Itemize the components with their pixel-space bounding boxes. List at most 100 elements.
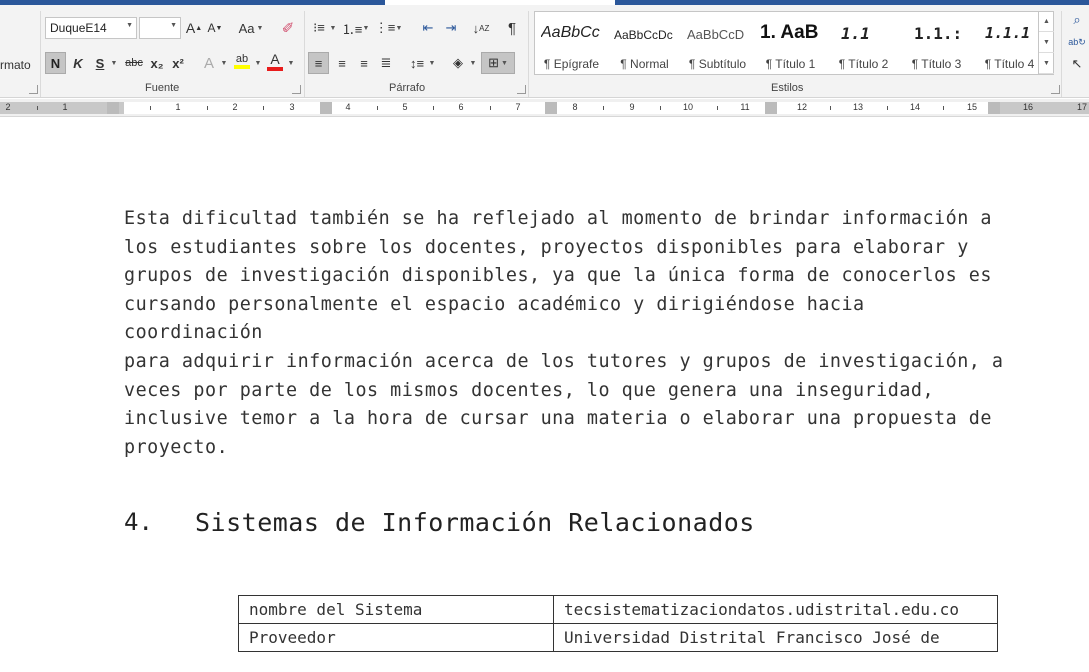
select-cursor-icon[interactable]: ↖ [1068,53,1086,75]
ruler-number: 2 [232,102,238,112]
heading-title[interactable]: Sistemas de Información Relacionados [195,508,755,537]
bold-button[interactable]: N [45,52,66,74]
format-painter-label[interactable]: rmato [0,58,31,72]
align-left-icon[interactable]: ≡ [308,52,329,74]
font-color-button[interactable]: A [266,50,284,72]
ruler-number: 7 [515,102,521,112]
shrink-font-button[interactable]: A ▼ [207,17,223,39]
chevron-down-icon[interactable]: ▼ [109,52,119,74]
table-row: Proveedor Universidad Distrital Francisc… [238,623,998,652]
systems-table: nombre del Sistema tecsistematizaciondat… [238,595,998,652]
clipboard-launcher-icon[interactable] [29,85,38,94]
ruler-column-marker[interactable] [765,102,777,114]
group-separator [1061,11,1062,97]
style-epigrafe[interactable]: AaBbCc ¶ Epígrafe [535,12,608,74]
gallery-up-icon[interactable]: ▲ [1039,11,1054,32]
chevron-down-icon[interactable]: ▼ [219,52,229,74]
underline-button[interactable]: S [92,52,108,74]
chevron-down-icon[interactable]: ▼ [361,17,371,39]
ruler-tick [887,106,888,110]
italic-button[interactable]: K [70,52,86,74]
ruler-number: 16 [1022,102,1033,112]
ruler-number: 15 [966,102,977,112]
ruler-tick [150,106,151,110]
chevron-down-icon[interactable]: ▼ [126,22,133,29]
chevron-down-icon[interactable]: ▼ [253,52,263,74]
ruler-right-indent-marker[interactable] [988,102,1000,114]
paragraph-launcher-icon[interactable] [517,85,526,94]
numbering-icon[interactable]: ⒈≡ [342,17,363,39]
change-case-button[interactable]: Aa ▼ [236,17,266,39]
style-name: ¶ Título 4 [984,57,1035,71]
font-size-combo[interactable]: ▼ [139,17,181,39]
show-formatting-button[interactable]: ¶ [502,17,522,39]
body-paragraph[interactable]: Esta dificultad también se ha reflejado … [124,205,1004,462]
style-sample: 1.1.: [914,24,963,43]
replace-icon[interactable]: ab↻ [1068,31,1086,53]
bullets-icon[interactable]: ⁝≡ [310,17,328,39]
style-titulo-2[interactable]: 1.1 ¶ Título 2 [827,12,900,74]
ruler-number: 11 [740,102,750,112]
ruler-number: 4 [345,102,351,112]
table-cell-label[interactable]: nombre del Sistema [238,595,554,624]
borders-button[interactable]: ⊞ ▼ [481,52,515,74]
ruler-indent-marker[interactable] [107,102,119,114]
style-name: ¶ Título 2 [838,57,889,71]
style-titulo-1[interactable]: 1. AaB ¶ Título 1 [754,12,827,74]
styles-launcher-icon[interactable] [1051,85,1060,94]
strikethrough-button[interactable]: abc [122,52,146,74]
styles-gallery-scroll: ▲ ▼ ▼ [1038,11,1054,75]
ruler-tick [433,106,434,110]
align-center-icon[interactable]: ≡ [332,52,352,74]
chevron-down-icon[interactable]: ▼ [328,17,338,39]
table-cell-value[interactable]: tecsistematizaciondatos.udistrital.edu.c… [553,595,998,624]
sort-icon[interactable]: ↓ AZ [471,17,491,39]
decrease-indent-icon[interactable]: ⇤ [418,17,438,39]
ruler-tick [717,106,718,110]
style-titulo-3[interactable]: 1.1.: ¶ Título 3 [900,12,973,74]
align-right-icon[interactable]: ≡ [354,52,374,74]
style-subtitulo[interactable]: AaBbCcD ¶ Subtítulo [681,12,754,74]
chevron-down-icon[interactable]: ▼ [468,52,478,74]
subscript-button[interactable]: x₂ [148,52,166,74]
ruler-number: 13 [852,102,863,112]
ruler-column-marker[interactable] [545,102,557,114]
gallery-more-icon[interactable]: ▼ [1039,53,1054,74]
table-cell-value[interactable]: Universidad Distrital Francisco José de [553,623,998,652]
line-spacing-icon[interactable]: ↕≡ [407,52,427,74]
gallery-down-icon[interactable]: ▼ [1039,32,1054,53]
clear-formatting-icon[interactable]: ✐ [278,17,298,39]
style-titulo-4[interactable]: 1.1.1 ¶ Título 4 [973,12,1046,74]
highlight-color-button[interactable]: ab [233,50,251,72]
ruler-number: 14 [909,102,920,112]
ruler-tick [830,106,831,110]
ruler-number: 1 [175,102,181,112]
multilevel-list-icon[interactable]: ⋮≡ [375,17,396,39]
group-separator [304,11,305,97]
find-icon[interactable]: ⌕ [1068,9,1086,31]
increase-indent-icon[interactable]: ⇥ [441,17,461,39]
table-cell-label[interactable]: Proveedor [238,623,554,652]
borders-icon: ⊞ [488,55,500,70]
ruler-tick [603,106,604,110]
chevron-down-icon[interactable]: ▼ [427,52,437,74]
style-normal[interactable]: AaBbCcDc ¶ Normal [608,12,681,74]
superscript-button[interactable]: x² [169,52,187,74]
ribbon-home: rmato DuqueE14 ▼ ▼ A ▲ A ▼ Aa ▼ ✐ N K S ▼ … [0,5,1089,98]
text-effects-button[interactable]: A [200,52,218,74]
document-page[interactable]: Esta dificultad también se ha reflejado … [0,120,1089,672]
ruler-tick [37,106,38,110]
chevron-down-icon[interactable]: ▼ [170,22,177,29]
font-name-value: DuqueE14 [50,21,107,35]
style-sample: 1.1 [841,24,870,43]
font-color-swatch [267,67,283,71]
font-name-combo[interactable]: DuqueE14 ▼ [45,17,137,39]
chevron-down-icon[interactable]: ▼ [394,17,404,39]
font-launcher-icon[interactable] [292,85,301,94]
chevron-down-icon[interactable]: ▼ [286,52,296,74]
horizontal-ruler[interactable]: 2 1 1 2 3 4 5 6 7 8 9 10 11 12 13 14 15 … [0,99,1089,117]
grow-font-button[interactable]: A ▲ [186,17,202,39]
ruler-column-marker[interactable] [320,102,332,114]
shading-icon[interactable]: ◈ [448,52,468,74]
justify-icon[interactable]: ≣ [376,52,396,74]
